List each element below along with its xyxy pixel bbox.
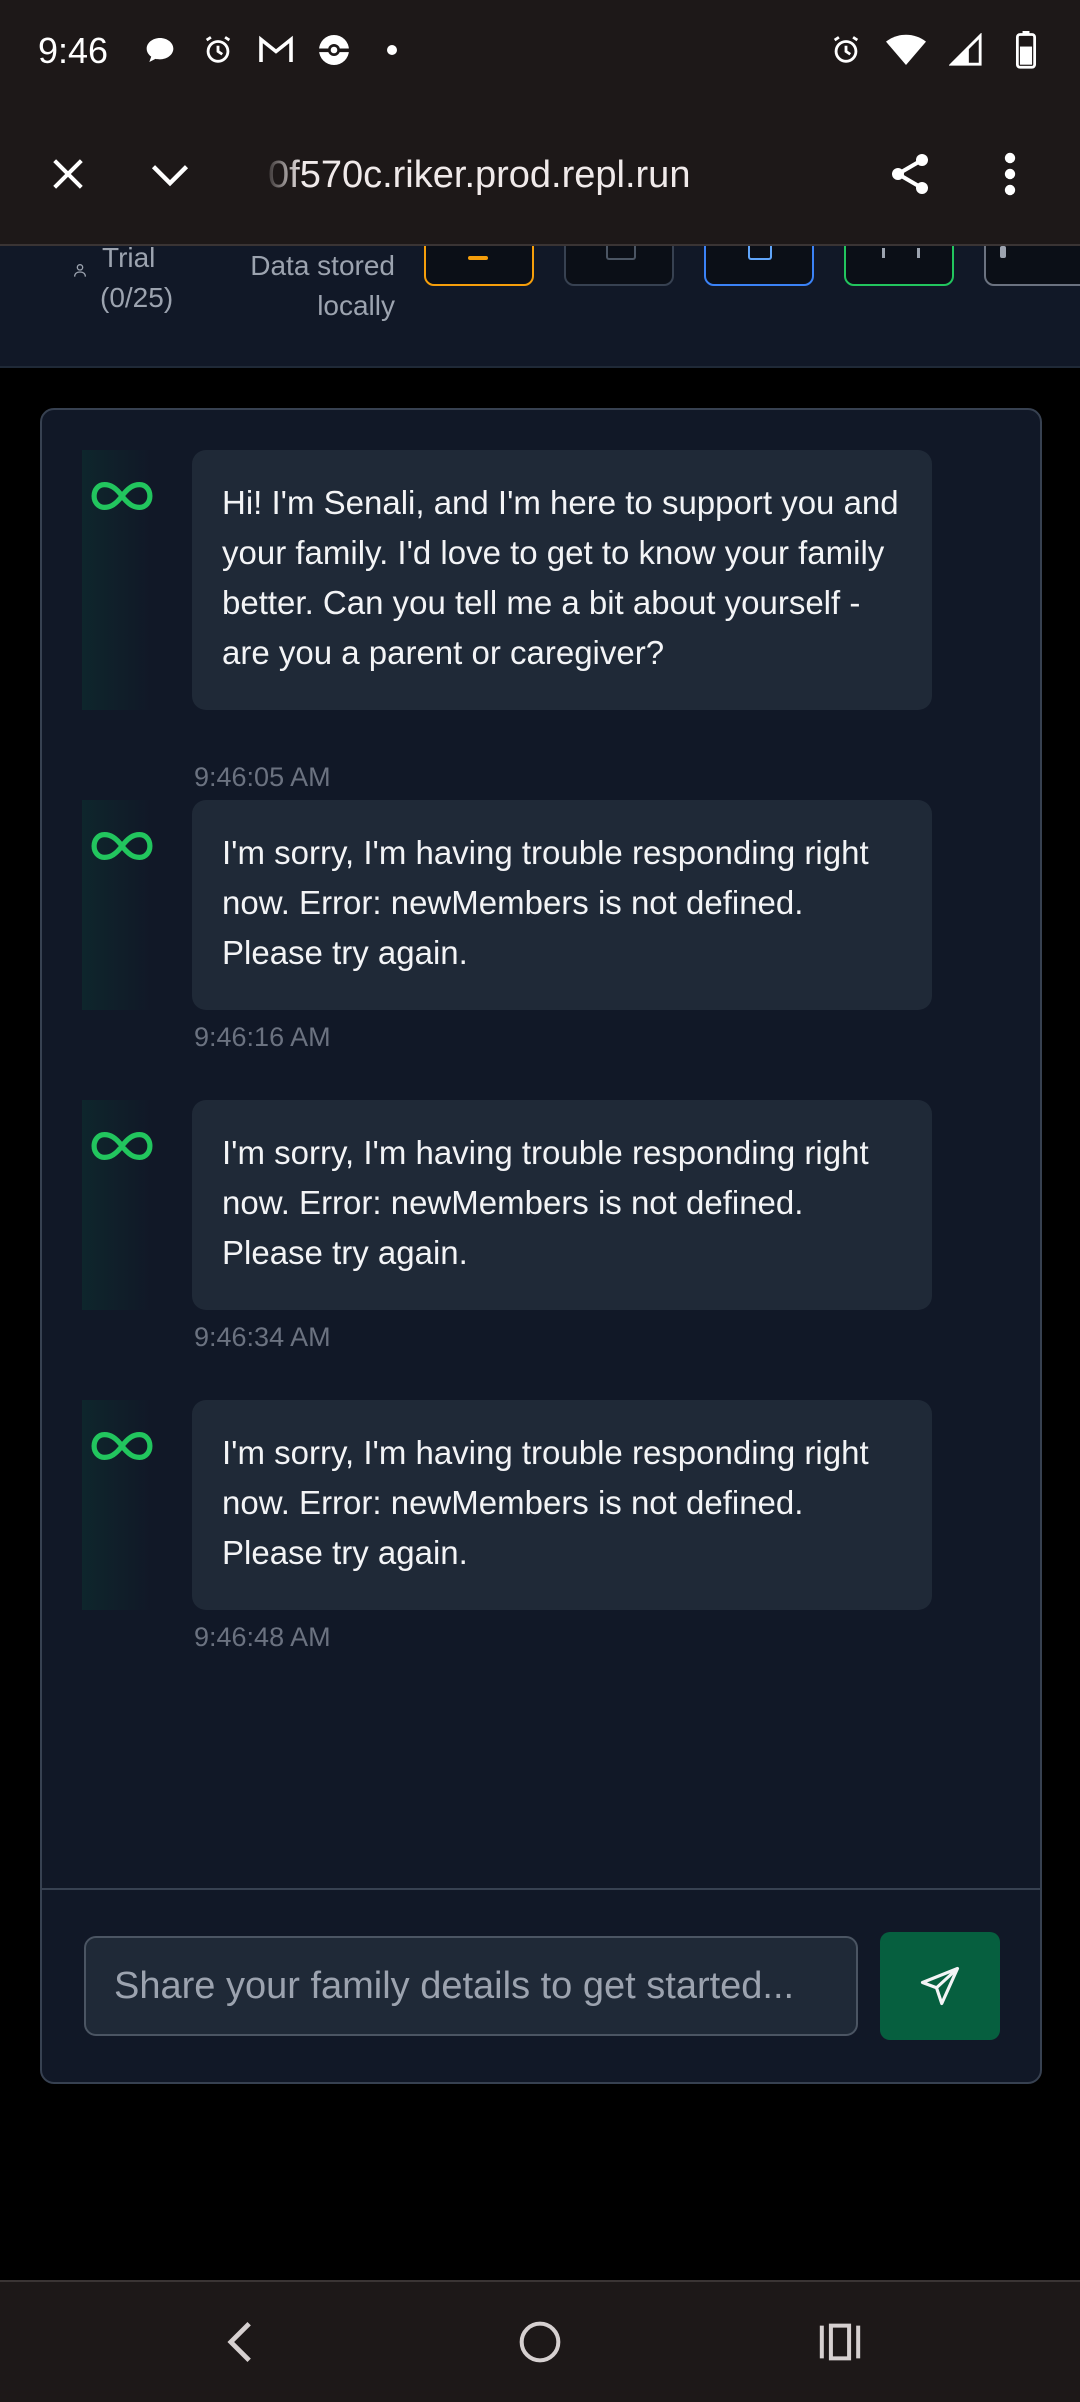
message-bubble: Hi! I'm Senali, and I'm here to support …	[192, 450, 932, 710]
assistant-avatar	[90, 464, 154, 528]
url-fade	[262, 148, 302, 204]
close-icon	[53, 159, 83, 189]
share-button[interactable]	[880, 144, 940, 204]
infinity-icon	[91, 832, 153, 860]
minimize-button[interactable]	[140, 144, 200, 204]
chip-1-mark	[468, 256, 488, 260]
chat-message: I'm sorry, I'm having trouble responding…	[42, 1100, 1040, 1352]
status-time: 9:46	[38, 30, 109, 71]
header-chip-2[interactable]	[564, 246, 674, 286]
wifi-icon	[886, 30, 926, 70]
chat-message: I'm sorry, I'm having trouble responding…	[42, 800, 1040, 1052]
overflow-menu-button[interactable]	[980, 144, 1040, 204]
system-nav-bar	[0, 2280, 1080, 2402]
chat-message: I'm sorry, I'm having trouble responding…	[42, 1400, 1040, 1652]
assistant-avatar	[90, 814, 154, 878]
trial-label: Trial	[102, 246, 156, 273]
storage-line-2: locally	[317, 290, 395, 321]
share-icon	[892, 154, 928, 194]
pokeball-icon	[314, 30, 354, 70]
nav-home-button[interactable]	[510, 2312, 570, 2372]
message-timestamp: 9:46:34 AM	[194, 1322, 331, 1352]
browser-toolbar: 0f570c.riker.prod.repl.run	[0, 104, 1080, 246]
chip-4-mark	[882, 248, 920, 258]
message-bubble: I'm sorry, I'm having trouble responding…	[192, 1100, 932, 1310]
assistant-avatar	[90, 1414, 154, 1478]
user-icon	[74, 264, 86, 277]
notification-icons	[140, 30, 412, 70]
storage-status: Data stored locally	[220, 246, 395, 326]
chat-message: Hi! I'm Senali, and I'm here to support …	[42, 450, 1040, 792]
close-tab-button[interactable]	[38, 144, 98, 204]
back-icon	[227, 2321, 251, 2363]
chat-bubble-icon	[140, 30, 180, 70]
message-timestamp: 9:46:16 AM	[194, 1022, 331, 1052]
header-chip-1[interactable]	[424, 246, 534, 286]
infinity-icon	[91, 1132, 153, 1160]
composer-divider	[42, 1888, 1040, 1890]
recents-icon	[819, 2323, 861, 2361]
trial-count: (0/25)	[100, 282, 174, 313]
assistant-avatar	[90, 1114, 154, 1178]
chip-2-mark	[606, 246, 636, 260]
infinity-icon	[91, 482, 153, 510]
nav-recents-button[interactable]	[810, 2312, 870, 2372]
header-chip-5[interactable]	[984, 246, 1080, 286]
home-icon	[519, 2321, 561, 2363]
battery-icon	[1006, 30, 1046, 70]
chip-5-mark	[1000, 246, 1006, 258]
message-input[interactable]	[84, 1936, 858, 2036]
send-icon	[920, 1966, 960, 2006]
alarm-icon	[826, 30, 866, 70]
url-bar[interactable]: 0f570c.riker.prod.repl.run	[268, 154, 768, 197]
chat-panel: Hi! I'm Senali, and I'm here to support …	[40, 408, 1042, 2084]
dot-icon	[372, 30, 412, 70]
more-vert-icon	[1004, 152, 1016, 196]
alarm-icon	[198, 30, 238, 70]
message-timestamp: 9:46:48 AM	[194, 1622, 331, 1652]
app-header: Trial (0/25) Data stored locally	[0, 246, 1080, 368]
message-bubble: I'm sorry, I'm having trouble responding…	[192, 1400, 932, 1610]
gmail-icon	[256, 30, 296, 70]
system-icons	[826, 30, 1046, 70]
chevron-down-icon	[151, 165, 189, 187]
message-bubble: I'm sorry, I'm having trouble responding…	[192, 800, 932, 1010]
chip-3-mark	[748, 246, 772, 260]
signal-icon	[946, 30, 986, 70]
message-timestamp: 9:46:05 AM	[194, 762, 331, 792]
status-bar: 9:46	[0, 0, 1080, 104]
storage-line-1: Data stored	[250, 250, 395, 281]
infinity-icon	[91, 1432, 153, 1460]
send-button[interactable]	[880, 1932, 1000, 2040]
nav-back-button[interactable]	[210, 2312, 270, 2372]
header-chip-3[interactable]	[704, 246, 814, 286]
header-chip-4[interactable]	[844, 246, 954, 286]
